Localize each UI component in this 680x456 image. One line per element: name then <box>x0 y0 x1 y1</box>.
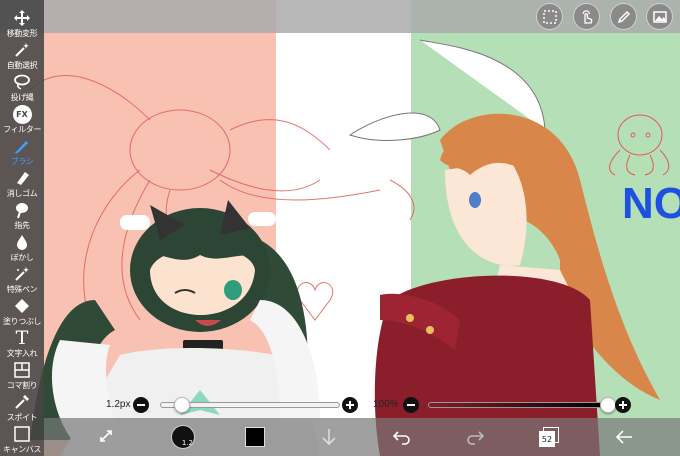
eraser-icon <box>11 167 33 189</box>
brush-size-slider-thumb[interactable] <box>173 397 190 413</box>
blur-drop-icon <box>11 231 33 253</box>
opacity-decrease-button[interactable] <box>403 397 419 413</box>
undo-icon <box>392 431 410 445</box>
top-toolbar <box>0 0 680 33</box>
back-button[interactable] <box>609 418 639 456</box>
brush-size-increase-button[interactable] <box>342 397 358 413</box>
layer-down-button[interactable] <box>314 418 344 456</box>
layer-count: 52 <box>541 434 553 444</box>
fill-bucket-icon <box>11 295 33 317</box>
layers-button[interactable]: 52 <box>534 418 564 456</box>
gesture-icon[interactable] <box>573 3 600 30</box>
brush-size-badge: 1.2 <box>181 439 193 447</box>
tool-panel: 移動変形 自動選択 投げ縄 FX フィルター ブラシ 消しゴム 指先 ぼかし 特… <box>0 0 44 456</box>
brush-size-decrease-button[interactable] <box>133 397 149 413</box>
color-swatch <box>245 427 265 447</box>
brush-size-button[interactable]: 1.2 <box>168 418 198 456</box>
bottom-toolbar: 1.2 52 <box>44 418 680 456</box>
gallery-icon[interactable] <box>646 3 673 30</box>
tool-canvas[interactable]: キャンバス <box>0 421 44 456</box>
frame-divider-icon <box>11 359 33 381</box>
fx-icon-text: FX <box>16 109 28 119</box>
opacity-slider-thumb[interactable] <box>600 397 616 413</box>
transform-arrows-icon <box>100 430 112 442</box>
magic-wand-icon <box>11 39 33 61</box>
eyedropper-icon <box>11 391 33 413</box>
text-icon: T <box>11 327 33 349</box>
canvas-text: NO <box>622 179 680 228</box>
pen-icon[interactable] <box>610 3 637 30</box>
tool-label: キャンバス <box>3 445 41 454</box>
opacity-slider[interactable] <box>428 402 608 408</box>
transform-button[interactable] <box>92 418 122 456</box>
arrow-left-icon <box>615 430 632 444</box>
selection-icon[interactable] <box>536 3 563 30</box>
brush-size-preview-icon: 1.2 <box>171 425 195 449</box>
layers-icon: 52 <box>539 427 559 447</box>
opacity-increase-button[interactable] <box>615 397 631 413</box>
opacity-label: 100% <box>373 399 399 410</box>
arrow-down-icon <box>322 429 336 446</box>
smudge-icon <box>11 199 33 221</box>
lasso-icon <box>11 71 33 93</box>
artwork: NO <box>0 0 680 456</box>
redo-icon <box>467 431 485 445</box>
special-pen-icon <box>11 263 33 285</box>
brush-icon <box>11 135 33 157</box>
redo-button[interactable] <box>460 418 490 456</box>
color-button[interactable] <box>240 418 270 456</box>
fx-icon: FX <box>11 103 33 125</box>
drawing-canvas[interactable]: NO <box>0 0 680 456</box>
text-icon-glyph: T <box>15 327 29 349</box>
undo-button[interactable] <box>387 418 417 456</box>
canvas-icon <box>11 423 33 445</box>
brush-size-label: 1.2px <box>106 399 131 410</box>
move-icon <box>11 7 33 29</box>
